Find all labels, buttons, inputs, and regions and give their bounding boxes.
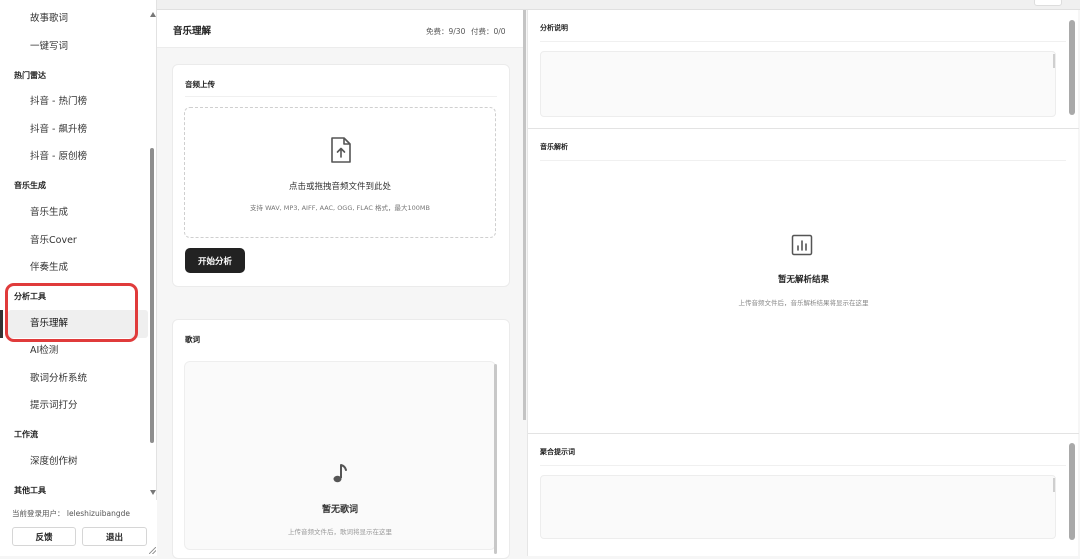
lyrics-scrollbar[interactable] [494,364,497,554]
music-note-icon [333,464,347,483]
results-panel: 分析说明 音乐解析 暂无解析结果 上传音频文件后，音乐解析结果将显示在这里 聚合… [527,10,1079,556]
highlight-box [5,283,138,342]
middle-panel-scrollbar[interactable] [523,10,526,420]
lyrics-empty-hint: 上传音频文件后，歌词将显示在这里 [288,528,392,536]
sidebar-item-prompt-score[interactable]: 提示词打分 [30,399,78,413]
sidebar-group-hot-radar: 热门雷达 [14,71,46,80]
right-panel-scrollbar-bottom[interactable] [1069,443,1075,540]
audio-dropzone[interactable]: 点击或拖拽音频文件到此处 支持 WAV, MP3, AIFF, AAC, OGG… [184,107,496,238]
bar-chart-icon [791,234,813,256]
lyrics-card-title: 歌词 [185,335,200,344]
dropzone-hint: 点击或拖拽音频文件到此处 [288,182,391,192]
sidebar-group-other-tools: 其他工具 [14,486,46,495]
lyrics-area[interactable]: 暂无歌词 上传音频文件后，歌词将显示在这里 [184,361,496,550]
start-analysis-button[interactable]: 开始分析 [185,248,245,273]
lyrics-empty-title: 暂无歌词 [321,505,358,515]
section-separator [528,128,1079,129]
sidebar-item-one-click-lyrics[interactable]: 一键写词 [30,40,68,54]
sidebar-item-music-gen[interactable]: 音乐生成 [30,206,68,220]
window-control[interactable] [1034,0,1062,6]
sidebar-item-deep-creation-tree[interactable]: 深度创作树 [30,455,78,469]
analysis-desc-divider [540,41,1066,42]
section-separator [528,433,1079,434]
free-quota: 免费：9/30 [426,27,466,36]
sidebar-active-indicator [0,310,3,338]
merged-prompt-divider [540,465,1066,466]
sidebar: 故事歌词 一键写词 热门雷达 抖音 - 热门榜 抖音 - 飙升榜 抖音 - 原创… [0,0,157,556]
paid-quota: 付费：0/0 [471,27,506,36]
sidebar-scroll-area[interactable]: 故事歌词 一键写词 热门雷达 抖音 - 热门榜 抖音 - 飙升榜 抖音 - 原创… [0,0,148,500]
sidebar-item-ai-detect[interactable]: AI检测 [30,344,58,358]
sidebar-footer: 当前登录用户： leleshizuibangde 反馈 退出 [0,500,157,556]
sidebar-item-music-cover[interactable]: 音乐Cover [30,234,77,248]
panel-header: 音乐理解 免费：9/30 付费：0/0 [157,10,523,48]
analysis-desc-scrollbar[interactable] [1053,54,1055,68]
sidebar-scrollbar-thumb[interactable] [150,148,154,443]
sidebar-item-lyrics-analysis[interactable]: 歌词分析系统 [30,372,87,386]
right-panel-scrollbar-top[interactable] [1069,20,1075,115]
sidebar-item-accompaniment[interactable]: 伴奏生成 [30,261,68,275]
feedback-button[interactable]: 反馈 [12,527,76,546]
merged-prompt-textarea[interactable] [540,475,1056,539]
parse-empty-title: 暂无解析结果 [777,275,829,285]
parse-empty-hint: 上传音频文件后，音乐解析结果将显示在这里 [738,299,869,307]
sidebar-group-music-gen: 音乐生成 [14,181,46,190]
upload-card-divider [185,96,497,97]
upload-card-title: 音频上传 [185,80,215,89]
music-parse-divider [540,160,1066,161]
merged-prompt-scrollbar[interactable] [1053,478,1055,492]
music-parse-title: 音乐解析 [540,143,568,151]
scroll-down-icon[interactable] [150,490,156,495]
logout-button[interactable]: 退出 [82,527,147,546]
page-title: 音乐理解 [173,26,212,37]
sidebar-group-workflow: 工作流 [14,430,38,439]
window-top-strip [0,0,1080,10]
resize-grip-icon[interactable] [149,547,156,554]
sidebar-item-douyin-original[interactable]: 抖音 - 原创榜 [30,150,87,164]
merged-prompt-title: 聚合提示词 [540,448,575,456]
sidebar-item-douyin-hot[interactable]: 抖音 - 热门榜 [30,95,87,109]
analysis-desc-title: 分析说明 [540,24,568,32]
music-understanding-panel: 音乐理解 免费：9/30 付费：0/0 音频上传 点击或拖拽音频文件到此处 支持… [157,10,523,559]
sidebar-item-douyin-rising[interactable]: 抖音 - 飙升榜 [30,123,87,137]
analysis-desc-textarea[interactable] [540,51,1056,117]
scroll-up-icon[interactable] [150,12,156,17]
sidebar-item-story-lyrics[interactable]: 故事歌词 [30,12,68,26]
file-upload-icon [331,137,351,163]
dropzone-formats: 支持 WAV, MP3, AIFF, AAC, OGG, FLAC 格式，最大1… [250,204,430,212]
current-user-label: 当前登录用户： leleshizuibangde [12,509,131,518]
